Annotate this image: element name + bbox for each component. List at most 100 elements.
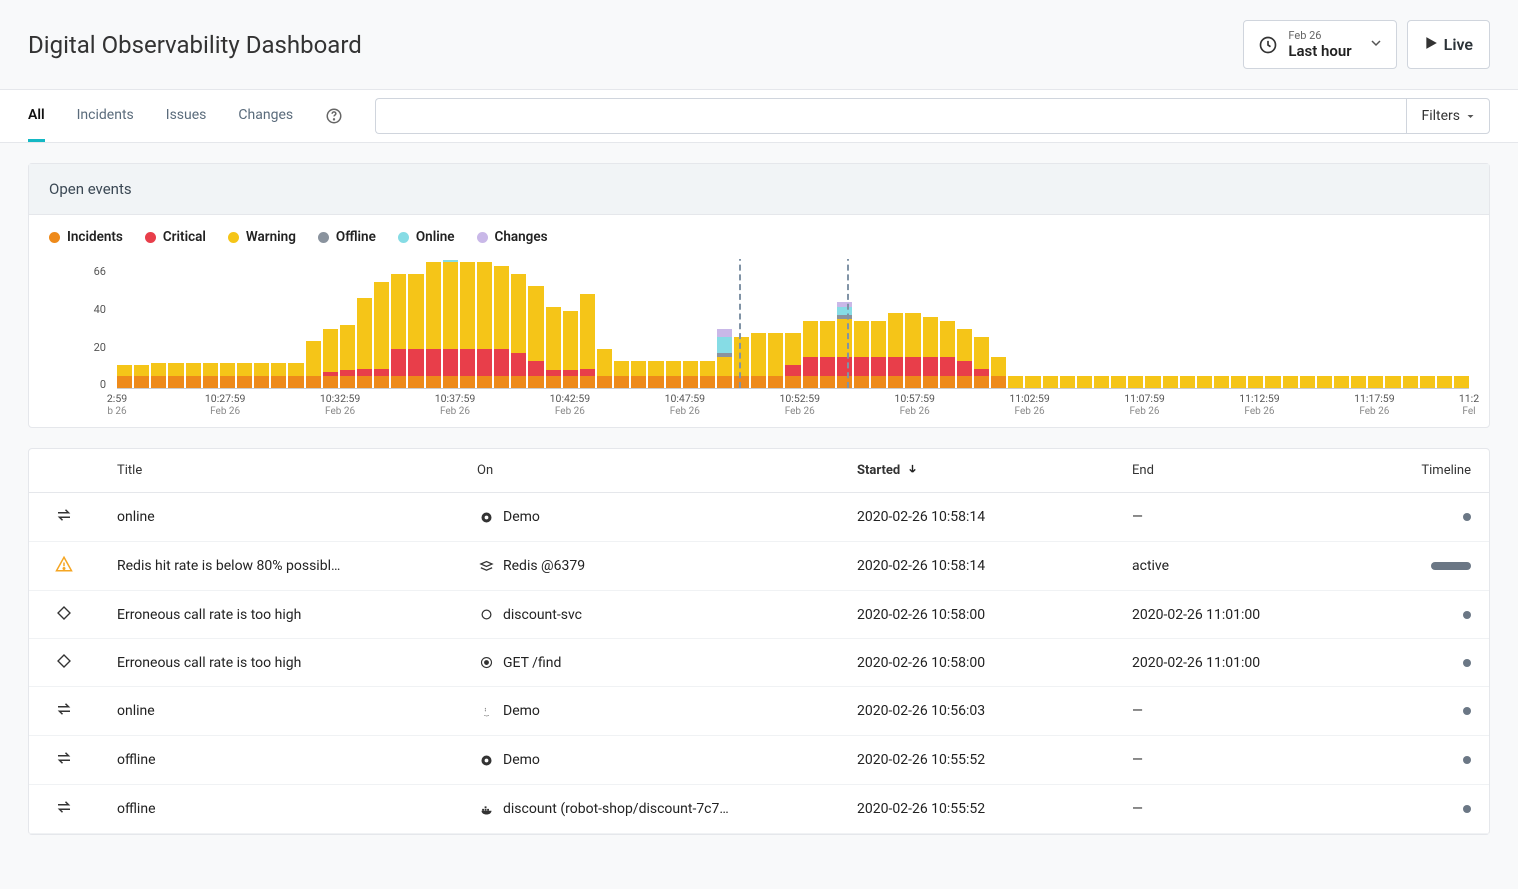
legend-item[interactable]: Online xyxy=(398,229,455,245)
bar-column[interactable] xyxy=(357,298,372,389)
table-row[interactable]: offline Demo 2020-02-26 10:55:52 — xyxy=(29,736,1489,785)
bar-column[interactable] xyxy=(700,361,715,389)
bar-column[interactable] xyxy=(854,321,869,388)
bar-column[interactable] xyxy=(648,361,663,389)
bar-column[interactable] xyxy=(751,333,766,388)
bar-column[interactable] xyxy=(254,363,269,389)
bar-column[interactable] xyxy=(1454,376,1469,388)
bar-column[interactable] xyxy=(323,329,338,388)
table-row[interactable]: Redis hit rate is below 80% possibl… Red… xyxy=(29,542,1489,591)
bar-column[interactable] xyxy=(203,363,218,389)
bar-column[interactable] xyxy=(597,349,612,388)
col-title[interactable]: Title xyxy=(99,449,459,493)
bar-column[interactable] xyxy=(1008,376,1023,388)
bar-column[interactable] xyxy=(717,329,732,388)
tab-incidents[interactable]: Incidents xyxy=(77,91,134,142)
bar-column[interactable] xyxy=(1025,376,1040,388)
bar-column[interactable] xyxy=(957,329,972,388)
bar-column[interactable] xyxy=(974,337,989,388)
bar-column[interactable] xyxy=(1111,376,1126,388)
bar-column[interactable] xyxy=(1420,376,1435,388)
legend-item[interactable]: Offline xyxy=(318,229,376,245)
col-started[interactable]: Started xyxy=(839,449,1114,493)
bar-column[interactable] xyxy=(785,333,800,388)
bar-column[interactable] xyxy=(117,365,132,389)
bar-column[interactable] xyxy=(1094,376,1109,388)
bar-column[interactable] xyxy=(220,363,235,389)
bar-column[interactable] xyxy=(443,260,458,388)
table-row[interactable]: offline discount (robot-shop/discount-7c… xyxy=(29,785,1489,834)
bar-column[interactable] xyxy=(1163,376,1178,388)
bar-column[interactable] xyxy=(820,321,835,388)
bar-column[interactable] xyxy=(991,357,1006,389)
bar-column[interactable] xyxy=(546,307,561,388)
bar-column[interactable] xyxy=(1368,376,1383,388)
bar-column[interactable] xyxy=(734,337,749,388)
col-on[interactable]: On xyxy=(459,449,839,493)
bar-column[interactable] xyxy=(631,361,646,389)
tab-changes[interactable]: Changes xyxy=(238,91,293,142)
bar-column[interactable] xyxy=(1231,376,1246,388)
legend-item[interactable]: Critical xyxy=(145,229,206,245)
bar-column[interactable] xyxy=(1197,376,1212,388)
tab-issues[interactable]: Issues xyxy=(166,91,207,142)
search-input[interactable] xyxy=(375,98,1406,134)
bar-column[interactable] xyxy=(408,274,423,388)
bar-column[interactable] xyxy=(426,262,441,388)
bar-column[interactable] xyxy=(1437,376,1452,388)
legend-item[interactable]: Incidents xyxy=(49,229,123,245)
bar-column[interactable] xyxy=(888,313,903,388)
bar-column[interactable] xyxy=(186,363,201,389)
bar-column[interactable] xyxy=(1334,376,1349,388)
bar-column[interactable] xyxy=(1317,376,1332,388)
deploy-marker[interactable] xyxy=(847,259,849,388)
filters-button[interactable]: Filters xyxy=(1406,98,1490,134)
col-timeline[interactable]: Timeline xyxy=(1389,449,1489,493)
live-button[interactable]: Live xyxy=(1407,20,1490,69)
bar-column[interactable] xyxy=(460,262,475,388)
bar-column[interactable] xyxy=(1060,376,1075,388)
bar-column[interactable] xyxy=(374,282,389,388)
bar-column[interactable] xyxy=(271,363,286,389)
bar-column[interactable] xyxy=(528,286,543,388)
table-row[interactable]: online Demo 2020-02-26 10:58:14 — xyxy=(29,493,1489,542)
bar-column[interactable] xyxy=(563,311,578,388)
bar-column[interactable] xyxy=(1043,376,1058,388)
legend-item[interactable]: Warning xyxy=(228,229,296,245)
tab-all[interactable]: All xyxy=(28,91,45,142)
bar-column[interactable] xyxy=(580,294,595,389)
bar-column[interactable] xyxy=(614,361,629,389)
bar-column[interactable] xyxy=(168,363,183,389)
bar-column[interactable] xyxy=(151,363,166,389)
bar-column[interactable] xyxy=(768,333,783,388)
bar-column[interactable] xyxy=(905,313,920,388)
bar-column[interactable] xyxy=(1351,376,1366,388)
bar-column[interactable] xyxy=(1145,376,1160,388)
deploy-marker[interactable] xyxy=(739,259,741,388)
time-range-selector[interactable]: Feb 26 Last hour xyxy=(1243,20,1396,69)
bar-column[interactable] xyxy=(1403,376,1418,388)
help-icon[interactable] xyxy=(325,107,343,125)
bar-column[interactable] xyxy=(803,321,818,388)
table-row[interactable]: Erroneous call rate is too high discount… xyxy=(29,591,1489,639)
bar-column[interactable] xyxy=(1128,376,1143,388)
bar-column[interactable] xyxy=(923,317,938,388)
bar-column[interactable] xyxy=(391,274,406,388)
bar-column[interactable] xyxy=(1265,376,1280,388)
bar-column[interactable] xyxy=(1214,376,1229,388)
bar-column[interactable] xyxy=(306,341,321,388)
bar-column[interactable] xyxy=(1385,376,1400,388)
bar-column[interactable] xyxy=(1180,376,1195,388)
bar-column[interactable] xyxy=(1300,376,1315,388)
bar-column[interactable] xyxy=(837,302,852,389)
bar-column[interactable] xyxy=(1283,376,1298,388)
bar-column[interactable] xyxy=(1248,376,1263,388)
bar-column[interactable] xyxy=(666,361,681,389)
bar-column[interactable] xyxy=(494,266,509,388)
bar-column[interactable] xyxy=(134,365,149,389)
bar-column[interactable] xyxy=(871,321,886,388)
bar-column[interactable] xyxy=(511,274,526,388)
bar-column[interactable] xyxy=(288,363,303,389)
bar-column[interactable] xyxy=(237,363,252,389)
bar-column[interactable] xyxy=(940,321,955,388)
